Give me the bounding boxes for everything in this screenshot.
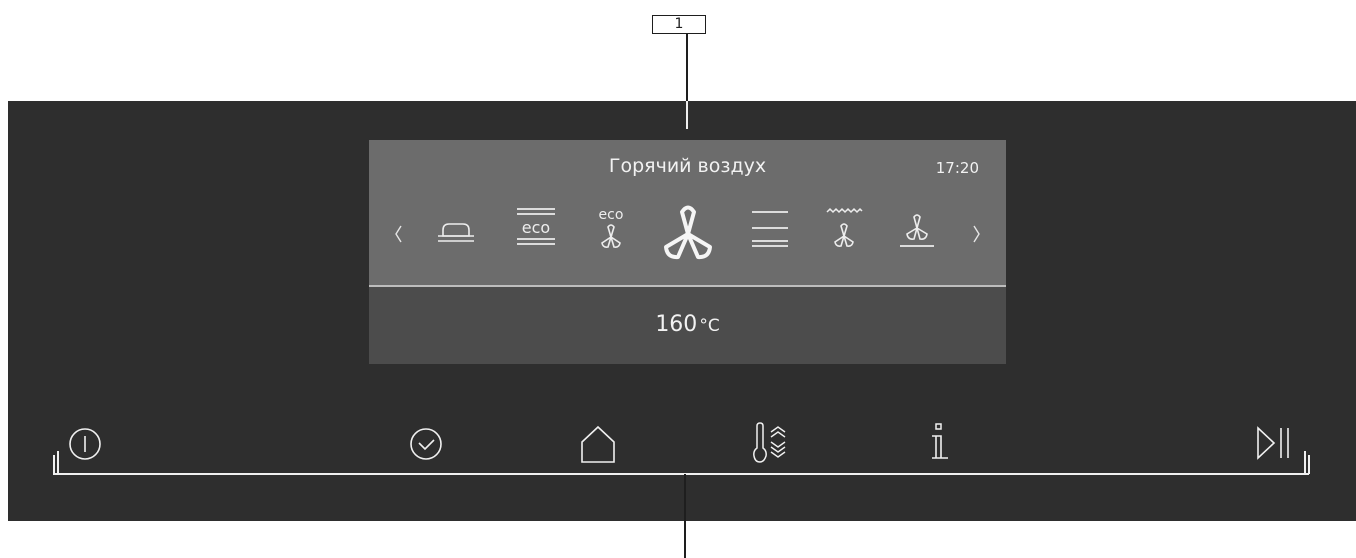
screen-divider bbox=[369, 285, 1006, 287]
rail-end-right bbox=[1308, 455, 1310, 474]
display-screen: Горячий воздух 17:20 eco eco 160 °C bbox=[369, 140, 1006, 364]
temperature-readout[interactable]: 160 °C bbox=[369, 312, 1006, 337]
chevron-left-icon[interactable] bbox=[393, 224, 403, 244]
power-button[interactable] bbox=[68, 427, 102, 461]
callout-leader-line-inner bbox=[686, 101, 688, 129]
clock-time: 17:20 bbox=[935, 159, 979, 177]
info-icon bbox=[932, 423, 948, 459]
info-button[interactable] bbox=[926, 422, 952, 464]
clock-icon bbox=[410, 428, 442, 460]
home-button[interactable] bbox=[578, 424, 618, 464]
preheat-button[interactable] bbox=[750, 422, 790, 464]
home-icon bbox=[581, 425, 615, 463]
grill-fan-icon[interactable] bbox=[824, 206, 864, 252]
start-pause-button[interactable] bbox=[1255, 425, 1295, 461]
mode-title: Горячий воздух bbox=[608, 155, 767, 177]
timer-button[interactable] bbox=[409, 427, 443, 461]
oven-control-panel: Горячий воздух 17:20 eco eco 160 °C bbox=[8, 101, 1356, 521]
bottom-heat-pan-icon[interactable] bbox=[435, 218, 477, 250]
temperature-unit: °C bbox=[699, 316, 720, 336]
hot-air-fan-icon[interactable] bbox=[653, 200, 723, 262]
rail-end-left bbox=[53, 455, 55, 474]
eco-label-2: eco bbox=[599, 207, 624, 223]
thermometer-preheat-icon bbox=[753, 422, 786, 463]
rail-end-right-2 bbox=[1304, 451, 1306, 474]
callout-leader-line-bottom bbox=[684, 474, 686, 558]
callout-label: 1 bbox=[652, 15, 706, 34]
chevron-right-icon[interactable] bbox=[972, 224, 982, 244]
bottom-heat-fan-icon[interactable] bbox=[897, 206, 937, 252]
play-pause-icon bbox=[1257, 426, 1289, 460]
eco-top-bottom-heat-icon[interactable]: eco bbox=[514, 206, 558, 252]
top-bottom-heat-icon[interactable] bbox=[749, 208, 791, 248]
mode-selector-area: Горячий воздух 17:20 eco eco bbox=[369, 140, 1006, 286]
touch-rail bbox=[53, 473, 1309, 475]
eco-hot-air-icon[interactable]: eco bbox=[593, 204, 629, 252]
power-icon bbox=[69, 428, 101, 460]
temperature-value: 160 bbox=[655, 312, 698, 337]
rail-end-left-2 bbox=[57, 451, 59, 474]
eco-label: eco bbox=[522, 218, 550, 237]
